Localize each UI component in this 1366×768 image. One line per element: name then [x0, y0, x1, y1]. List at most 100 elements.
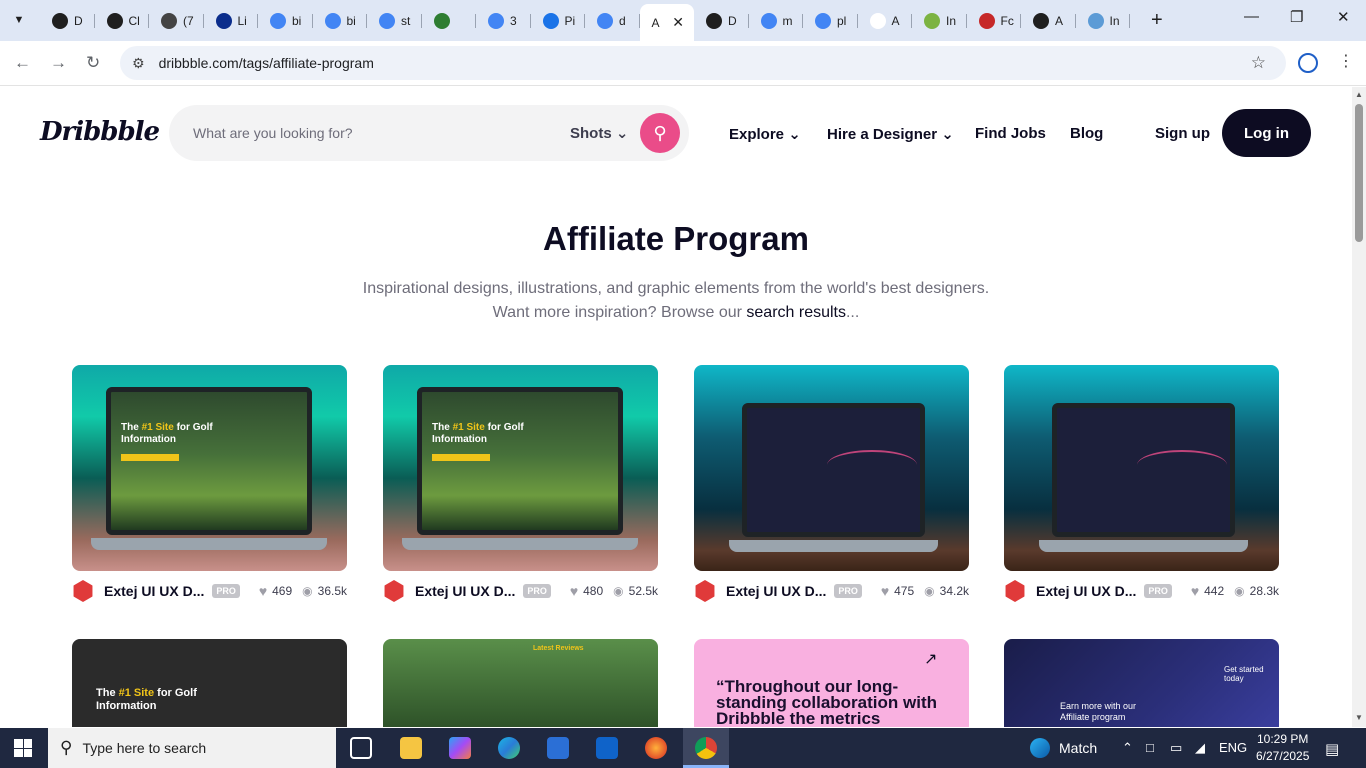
tray-expand-icon[interactable]: ⌃ [1122, 740, 1133, 756]
close-window-button[interactable]: ✕ [1337, 8, 1350, 26]
new-tab-button[interactable]: + [1151, 9, 1163, 32]
taskbar-search[interactable]: ⚲ Type here to search [48, 728, 336, 768]
shot-card[interactable]: The #1 Site for Golf Information Extej UI … [72, 365, 347, 611]
browser-tab[interactable]: In [1076, 6, 1130, 36]
back-icon[interactable]: ← [14, 53, 31, 73]
tab-title: A [651, 15, 660, 30]
author-name[interactable]: Extej UI UX D... [415, 583, 515, 599]
heart-icon[interactable]: ♥ [881, 583, 889, 599]
search-button[interactable]: ⚲ [640, 113, 680, 153]
sign-up-link[interactable]: Sign up [1155, 125, 1210, 142]
nav-find-jobs[interactable]: Find Jobs [975, 125, 1046, 142]
forward-icon[interactable]: → [50, 53, 67, 73]
browser-tab[interactable]: bi [313, 6, 367, 36]
browser-tab[interactable]: D [40, 6, 95, 36]
browser-tab[interactable]: A [858, 6, 912, 36]
browser-tab[interactable]: D [694, 6, 749, 36]
battery-icon[interactable]: ▭ [1170, 740, 1182, 756]
browser-menu-icon[interactable]: ⋮ [1338, 51, 1354, 71]
heart-icon[interactable]: ♥ [259, 583, 267, 599]
browser-tab[interactable]: m [749, 6, 803, 36]
shot-thumbnail[interactable] [694, 365, 969, 571]
search-scope-dropdown[interactable]: Shots ⌄ [570, 124, 628, 142]
browser-tab[interactable]: Pi [531, 6, 585, 36]
browser-tab[interactable]: A [1021, 6, 1076, 36]
tab-search-dropdown[interactable]: ▼ [8, 9, 30, 31]
scroll-up-icon[interactable]: ▲ [1355, 90, 1363, 99]
restore-button[interactable]: ❐ [1290, 8, 1303, 26]
edge-icon[interactable] [498, 737, 520, 759]
store-icon[interactable] [547, 737, 569, 759]
browser-tab[interactable]: 3 [476, 6, 531, 36]
url-text[interactable]: dribbble.com/tags/affiliate-program [159, 55, 374, 71]
browser-tab[interactable]: pl [803, 6, 858, 36]
clock-time: 10:29 PM [1257, 732, 1309, 746]
heart-icon[interactable]: ♥ [1191, 583, 1199, 599]
avatar[interactable] [73, 580, 93, 602]
shot-card-golf-reviews[interactable]: Latest Reviews [383, 639, 658, 727]
browser-tab[interactable]: In [912, 6, 967, 36]
browser-tab[interactable]: bi [258, 6, 313, 36]
browser-tab[interactable]: Li [204, 6, 258, 36]
network-icon[interactable]: ◢ [1195, 740, 1205, 756]
shot-card-golf-dark[interactable]: The #1 Site for Golf Information [72, 639, 347, 727]
browser-tab[interactable]: st [367, 6, 422, 36]
shot-thumbnail[interactable]: The #1 Site for Golf Information [383, 365, 658, 571]
meet-now-icon[interactable]: □ [1146, 740, 1154, 755]
shot-card[interactable]: Extej UI UX D... PRO ♥ 475 ◉ 34.2k [694, 365, 969, 611]
shot-card-testimonial[interactable]: ↗ “Throughout our long-standing collabor… [694, 639, 969, 727]
author-name[interactable]: Extej UI UX D... [1036, 583, 1136, 599]
language-indicator[interactable]: ENG [1219, 740, 1247, 755]
file-explorer-icon[interactable] [400, 737, 422, 759]
shot-card[interactable]: Extej UI UX D... PRO ♥ 442 ◉ 28.3k [1004, 365, 1279, 611]
browser-tab[interactable]: A ✕ [639, 4, 694, 41]
nav-blog[interactable]: Blog [1070, 125, 1103, 142]
avatar[interactable] [384, 580, 404, 602]
clock-date: 6/27/2025 [1256, 749, 1310, 763]
shot-card[interactable]: The #1 Site for Golf Information Extej UI … [383, 365, 658, 611]
browser-tab[interactable]: (7 [149, 6, 204, 36]
browser-tab[interactable]: Fc [967, 6, 1021, 36]
profile-icon[interactable] [1298, 53, 1318, 73]
search-results-link[interactable]: search results [746, 304, 846, 321]
ttp-icon [215, 13, 232, 29]
shot-card-affiliate-dashboard[interactable]: Earn more with our Affiliate program Get… [1004, 639, 1279, 727]
external-link-icon[interactable]: ↗ [924, 649, 937, 669]
avatar[interactable] [695, 580, 715, 602]
reload-icon[interactable]: ↻ [86, 53, 100, 73]
browser-tab[interactable]: d [585, 6, 640, 36]
scroll-down-icon[interactable]: ▼ [1355, 713, 1363, 722]
bookmark-star-icon[interactable]: ☆ [1251, 53, 1266, 73]
page-subtitle: Inspirational designs, illustrations, an… [362, 280, 990, 297]
copilot-icon[interactable] [449, 737, 471, 759]
taskbar-search-input[interactable]: Type here to search [82, 740, 206, 756]
notifications-icon[interactable]: ▤ [1325, 740, 1339, 758]
firefox-icon[interactable] [645, 737, 667, 759]
scrollbar-thumb[interactable] [1355, 104, 1363, 242]
minimize-button[interactable]: — [1244, 8, 1259, 25]
shot-thumbnail[interactable]: The #1 Site for Golf Information [72, 365, 347, 571]
address-bar[interactable]: ⚙ dribbble.com/tags/affiliate-program ☆ [120, 46, 1286, 80]
browser-tab[interactable] [422, 6, 476, 36]
author-name[interactable]: Extej UI UX D... [104, 583, 204, 599]
nav-hire-designer[interactable]: Hire a Designer ⌄ [827, 125, 954, 143]
log-in-button[interactable]: Log in [1222, 109, 1311, 157]
shot-thumbnail[interactable] [1004, 365, 1279, 571]
close-tab-icon[interactable]: ✕ [672, 14, 684, 31]
page-scrollbar[interactable]: ▲ ▼ [1352, 87, 1366, 727]
site-info-icon[interactable]: ⚙ [132, 55, 145, 72]
outlook-icon[interactable] [596, 737, 618, 759]
weather-icon[interactable] [1030, 738, 1050, 758]
nav-explore[interactable]: Explore ⌄ [729, 125, 801, 143]
windows-start-icon[interactable] [14, 739, 32, 757]
task-view-icon[interactable] [350, 737, 372, 759]
search-input[interactable]: What are you looking for? [193, 125, 353, 141]
browser-tab[interactable]: Cl [95, 6, 149, 36]
weather-label[interactable]: Match [1059, 740, 1097, 756]
chrome-taskbar-button[interactable] [683, 728, 729, 768]
heart-icon[interactable]: ♥ [570, 583, 578, 599]
dribbble-logo[interactable]: Dribbble [40, 117, 160, 147]
clock[interactable]: 10:29 PM 6/27/2025 [1256, 731, 1309, 765]
author-name[interactable]: Extej UI UX D... [726, 583, 826, 599]
avatar[interactable] [1005, 580, 1025, 602]
